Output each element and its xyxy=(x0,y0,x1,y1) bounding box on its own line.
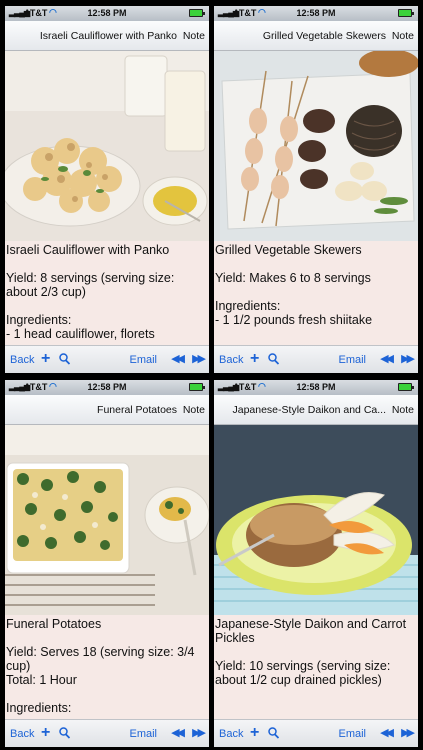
nav-bar: Israeli Cauliflower with Panko Note xyxy=(5,21,209,51)
bottom-toolbar: Back + Email ◀◀ ▶▶ xyxy=(214,719,418,747)
recipe-text: Japanese-Style Daikon and Carrot Pickles… xyxy=(214,615,418,719)
bottom-toolbar: Back + Email ◀◀ ▶▶ xyxy=(5,719,209,747)
recipe-panel-israeli-cauliflower: ▂▃▄▅ AT&T ◠ 12:58 PM Israeli Cauliflower… xyxy=(5,6,209,373)
bottom-toolbar: Back + Email ◀◀ ▶▶ xyxy=(5,345,209,373)
clock: 12:58 PM xyxy=(296,382,336,392)
add-button[interactable]: + xyxy=(250,350,259,368)
status-bar: ▂▃▄▅ AT&T ◠ 12:58 PM xyxy=(5,6,209,21)
battery-icon xyxy=(189,9,205,17)
previous-recipe-button[interactable]: ◀◀ xyxy=(171,726,185,739)
nav-bar: Funeral Potatoes Note xyxy=(5,395,209,425)
add-button[interactable]: + xyxy=(250,724,259,742)
recipe-panel-grilled-vegetable-skewers: ▂▃▄▅ AT&T ◠ 12:58 PM Grilled Vegetable S… xyxy=(214,6,418,373)
recipe-ingredients-heading: Ingredients: xyxy=(6,313,72,327)
recipe-panel-japanese-daikon-carrot-pickles: ▂▃▄▅ AT&T ◠ 12:58 PM Japanese-Style Daik… xyxy=(214,380,418,747)
add-button[interactable]: + xyxy=(41,724,50,742)
search-icon[interactable] xyxy=(59,727,70,739)
recipe-text: Grilled Vegetable Skewers Yield: Makes 6… xyxy=(214,241,418,345)
recipe-yield: Yield: Serves 18 (serving size: 3/4 cup) xyxy=(6,645,195,673)
recipe-text: Israeli Cauliflower with Panko Yield: 8 … xyxy=(5,241,209,345)
recipe-yield: Yield: Makes 6 to 8 servings xyxy=(215,271,371,285)
search-icon[interactable] xyxy=(268,353,279,365)
next-recipe-button[interactable]: ▶▶ xyxy=(401,352,415,365)
battery-icon xyxy=(398,9,414,17)
email-button[interactable]: Email xyxy=(129,728,157,740)
battery-icon xyxy=(398,383,414,391)
page-title: Funeral Potatoes xyxy=(97,404,177,416)
email-button[interactable]: Email xyxy=(338,354,366,366)
nav-bar: Grilled Vegetable Skewers Note xyxy=(214,21,418,51)
email-button[interactable]: Email xyxy=(129,354,157,366)
recipe-name: Grilled Vegetable Skewers xyxy=(215,243,362,257)
recipe-name: Funeral Potatoes xyxy=(6,617,102,631)
next-recipe-button[interactable]: ▶▶ xyxy=(401,726,415,739)
note-button[interactable]: Note xyxy=(183,404,205,416)
recipe-ingredients-heading: Ingredients: xyxy=(215,299,281,313)
recipe-ingredients-heading: Ingredients: xyxy=(6,701,72,715)
page-title: Japanese-Style Daikon and Ca... xyxy=(232,404,386,416)
recipe-total-time: Total: 1 Hour xyxy=(6,673,77,687)
recipe-yield: Yield: 10 servings (serving size: about … xyxy=(215,659,391,687)
recipe-yield: Yield: 8 servings (serving size: about 2… xyxy=(6,271,175,299)
recipe-ingredient-line: - 1 head cauliflower, florets xyxy=(6,327,155,341)
status-bar: ▂▃▄▅ AT&T ◠ 12:58 PM xyxy=(5,380,209,395)
battery-icon xyxy=(189,383,205,391)
note-button[interactable]: Note xyxy=(392,30,414,42)
recipe-photo xyxy=(5,425,209,615)
nav-bar: Japanese-Style Daikon and Ca... Note xyxy=(214,395,418,425)
back-button[interactable]: Back xyxy=(219,728,243,740)
note-button[interactable]: Note xyxy=(183,30,205,42)
previous-recipe-button[interactable]: ◀◀ xyxy=(380,352,394,365)
recipe-photo xyxy=(214,51,418,241)
recipe-photo xyxy=(214,425,418,615)
clock: 12:58 PM xyxy=(87,8,127,18)
recipe-text: Funeral Potatoes Yield: Serves 18 (servi… xyxy=(5,615,209,719)
recipe-photo xyxy=(5,51,209,241)
clock: 12:58 PM xyxy=(296,8,336,18)
recipe-name: Israeli Cauliflower with Panko xyxy=(6,243,170,257)
bottom-toolbar: Back + Email ◀◀ ▶▶ xyxy=(214,345,418,373)
page-title: Israeli Cauliflower with Panko xyxy=(39,30,177,42)
status-bar: ▂▃▄▅ AT&T ◠ 12:58 PM xyxy=(214,380,418,395)
recipe-name: Japanese-Style Daikon and Carrot Pickles xyxy=(215,617,407,645)
next-recipe-button[interactable]: ▶▶ xyxy=(192,352,206,365)
page-title: Grilled Vegetable Skewers xyxy=(262,30,386,42)
status-bar: ▂▃▄▅ AT&T ◠ 12:58 PM xyxy=(214,6,418,21)
email-button[interactable]: Email xyxy=(338,728,366,740)
search-icon[interactable] xyxy=(59,353,70,365)
search-icon[interactable] xyxy=(268,727,279,739)
add-button[interactable]: + xyxy=(41,350,50,368)
recipe-ingredient-line: - 1 1/2 pounds fresh shiitake xyxy=(215,313,373,327)
back-button[interactable]: Back xyxy=(10,728,34,740)
clock: 12:58 PM xyxy=(87,382,127,392)
recipe-panel-funeral-potatoes: ▂▃▄▅ AT&T ◠ 12:58 PM Funeral Potatoes No… xyxy=(5,380,209,747)
next-recipe-button[interactable]: ▶▶ xyxy=(192,726,206,739)
note-button[interactable]: Note xyxy=(392,404,414,416)
previous-recipe-button[interactable]: ◀◀ xyxy=(380,726,394,739)
back-button[interactable]: Back xyxy=(10,354,34,366)
back-button[interactable]: Back xyxy=(219,354,243,366)
previous-recipe-button[interactable]: ◀◀ xyxy=(171,352,185,365)
